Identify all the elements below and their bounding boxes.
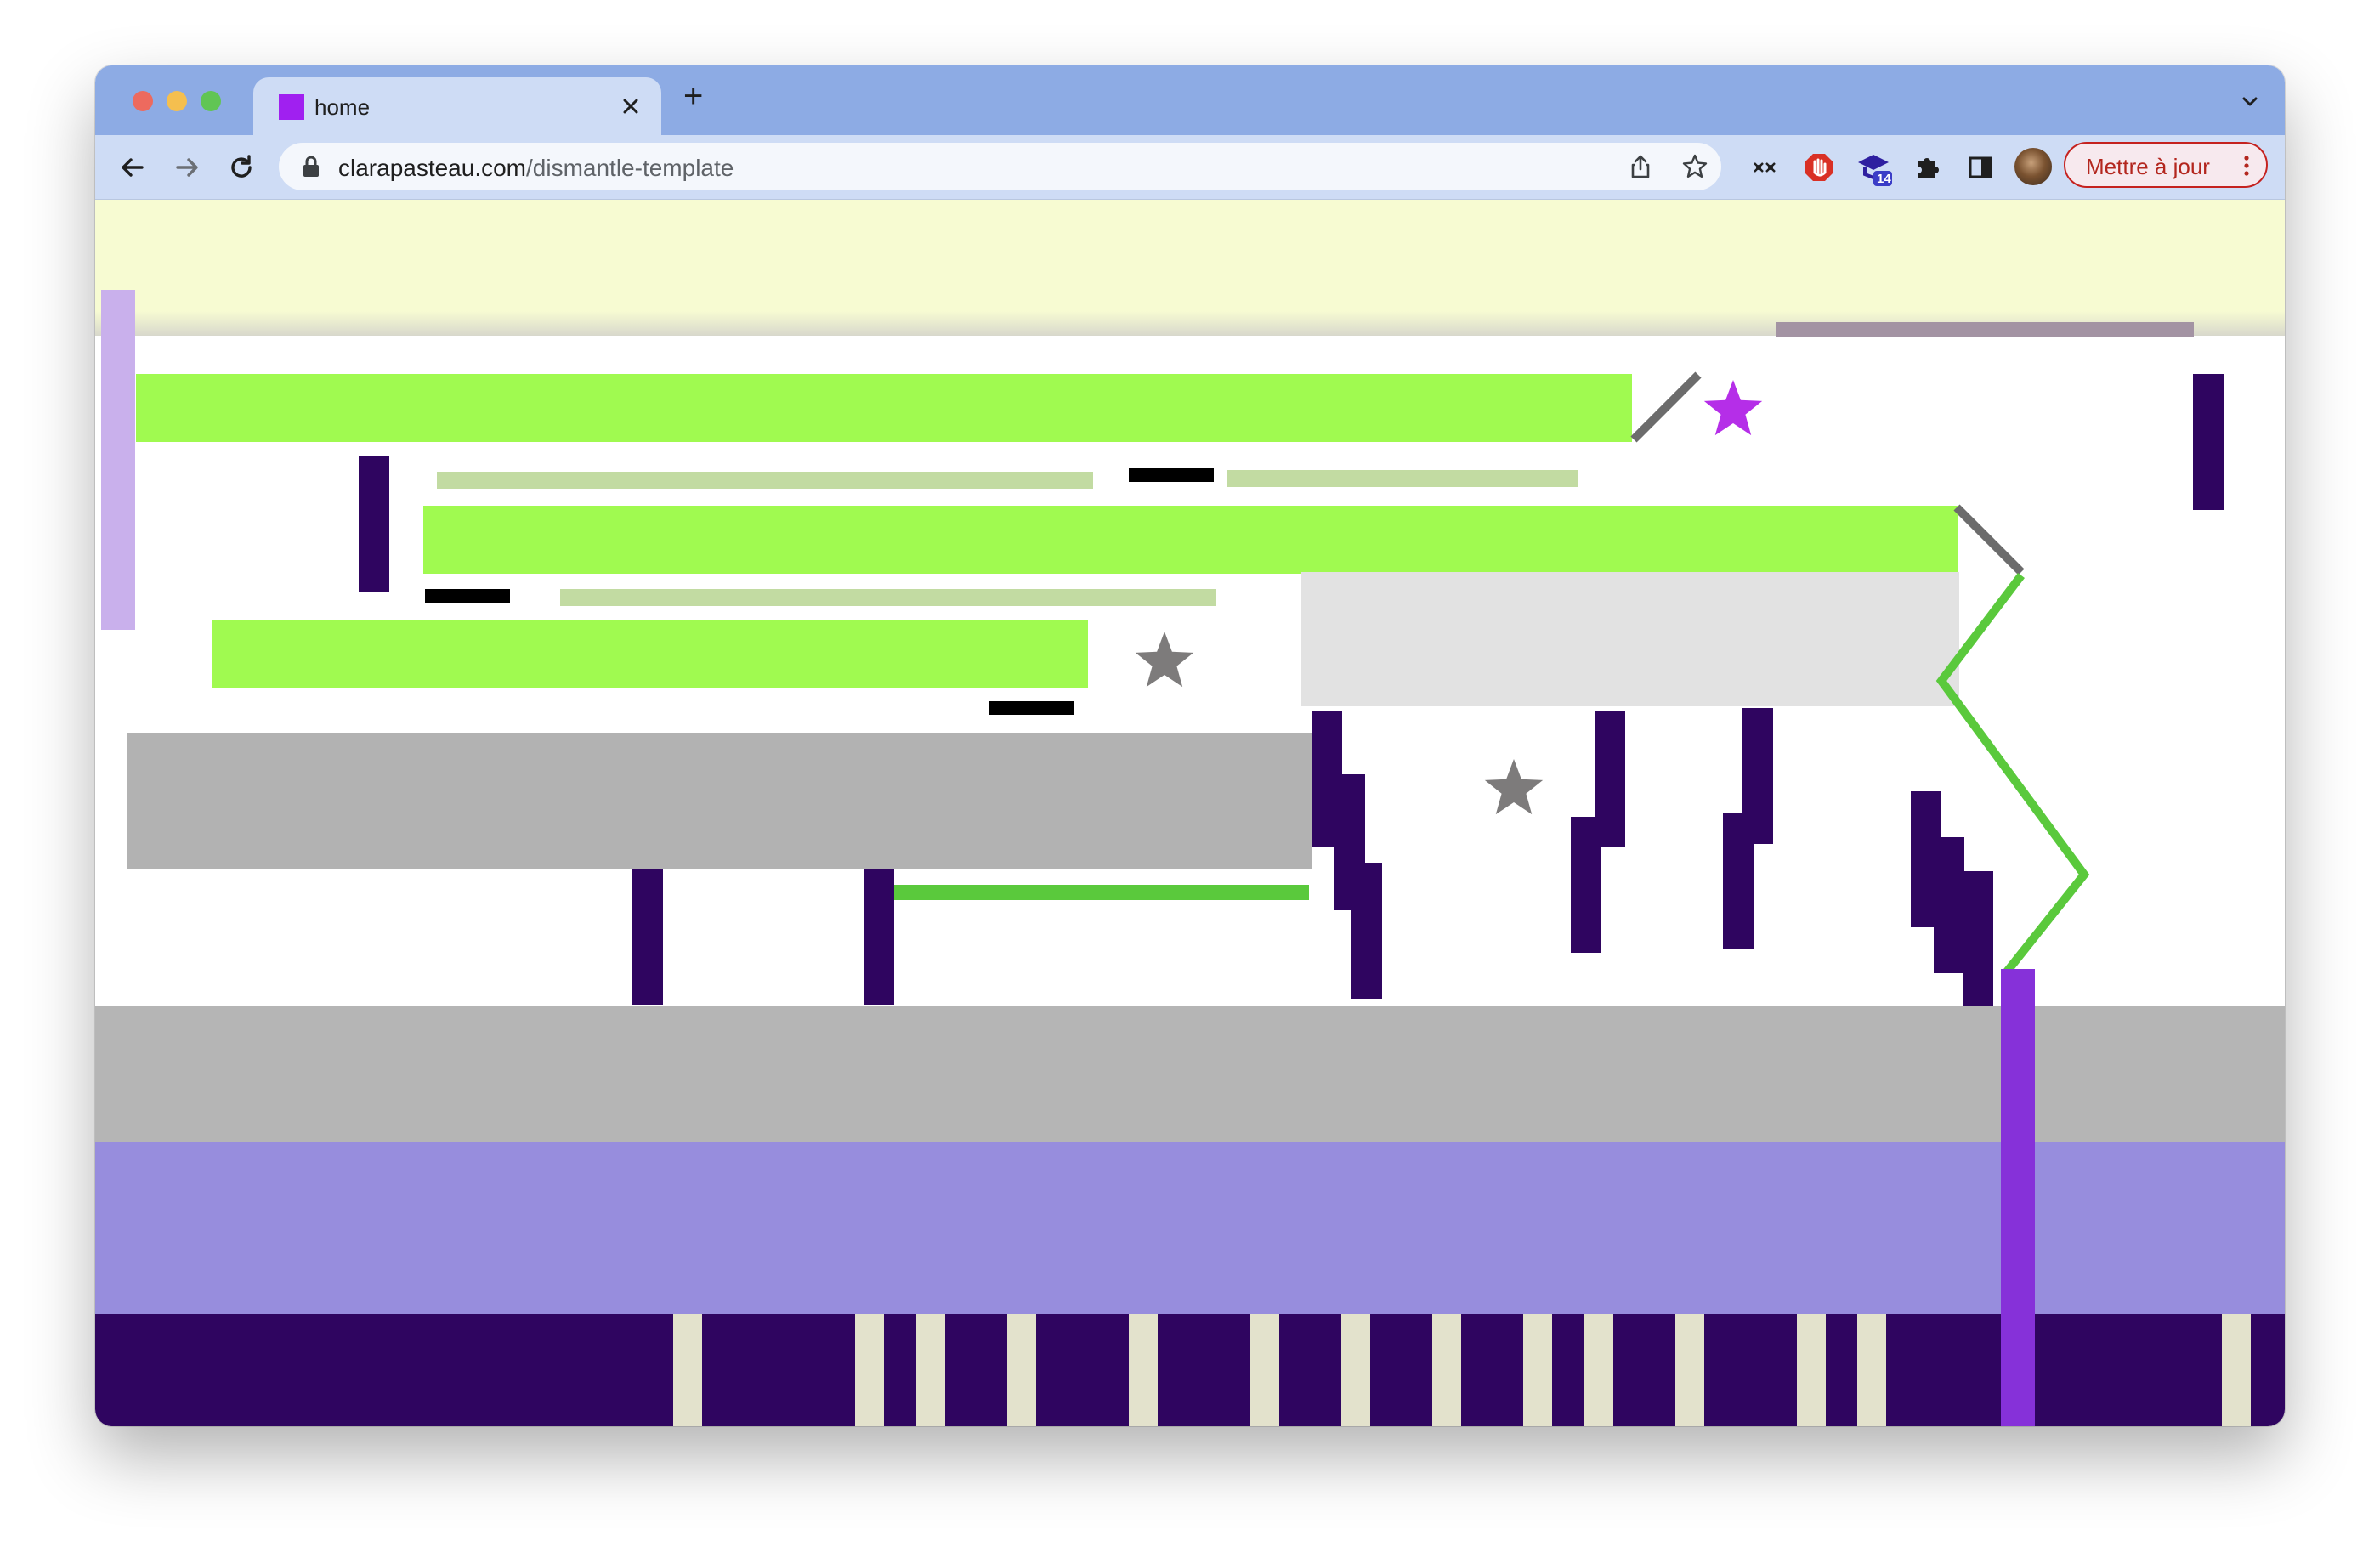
dark-purple-band	[95, 1314, 2285, 1426]
cream-stripe	[1857, 1314, 1886, 1426]
cream-stripe	[855, 1314, 884, 1426]
forward-icon[interactable]	[170, 150, 204, 184]
page-content	[95, 200, 2285, 1426]
cream-stripe	[1432, 1314, 1461, 1426]
favicon	[279, 94, 304, 120]
share-icon[interactable]	[1627, 153, 1654, 180]
magenta-star-icon	[1703, 380, 1763, 436]
tab-bar: home +	[95, 65, 2285, 135]
violet-vertical-bar	[2001, 969, 2035, 1426]
cream-stripe	[1675, 1314, 1704, 1426]
green-zigzag-line	[1935, 572, 2090, 978]
url-host: clarapasteau.com	[338, 155, 527, 181]
cream-stripe	[673, 1314, 702, 1426]
graduation-cap-icon[interactable]: 14	[1855, 149, 1894, 188]
close-icon[interactable]	[619, 94, 643, 118]
cream-stripe	[1341, 1314, 1370, 1426]
lock-icon[interactable]	[301, 155, 321, 178]
back-icon[interactable]	[116, 150, 150, 184]
puzzle-icon[interactable]	[1911, 150, 1945, 184]
tab-home[interactable]: home	[253, 77, 661, 135]
url-text: clarapasteau.com/dismantle-template	[338, 155, 734, 182]
toolbar: clarapasteau.com/dismantle-template 14 M	[95, 135, 2285, 200]
extension-icon[interactable]	[1749, 152, 1780, 183]
address-bar[interactable]: clarapasteau.com/dismantle-template	[279, 143, 1721, 190]
cream-stripe	[1584, 1314, 1613, 1426]
new-tab-button[interactable]: +	[683, 77, 703, 116]
close-window-button[interactable]	[133, 91, 153, 111]
cream-stripe	[1250, 1314, 1279, 1426]
cream-stripe	[1523, 1314, 1552, 1426]
extension-badge: 14	[1877, 172, 1891, 186]
lavender-band	[95, 1142, 2285, 1314]
url-path: /dismantle-template	[526, 155, 734, 181]
cream-stripe	[1129, 1314, 1158, 1426]
gray-band	[95, 1006, 2285, 1142]
cream-stripe	[2222, 1314, 2251, 1426]
side-panel-icon[interactable]	[1964, 150, 1998, 184]
kebab-menu-icon[interactable]	[2241, 154, 2252, 178]
gray-star-icon	[1484, 759, 1544, 815]
cream-stripe	[1797, 1314, 1826, 1426]
bookmark-star-icon[interactable]	[1681, 153, 1708, 180]
gray-diagonal-line	[1630, 371, 1702, 443]
update-button-label: Mettre à jour	[2086, 154, 2210, 179]
shield-stop-icon[interactable]	[1802, 150, 1836, 184]
tab-title: home	[314, 94, 371, 120]
zoom-window-button[interactable]	[201, 91, 221, 111]
cream-stripe	[1007, 1314, 1036, 1426]
gray-diagonal-line	[1953, 504, 2025, 575]
reload-icon[interactable]	[224, 150, 258, 184]
cream-stripe	[916, 1314, 945, 1426]
avatar[interactable]	[2014, 148, 2052, 185]
gray-star-icon	[1135, 632, 1194, 688]
update-button[interactable]: Mettre à jour	[2064, 142, 2268, 188]
browser-window: home + clarapasteau.com/dismantle-templa…	[95, 65, 2285, 1426]
minimize-window-button[interactable]	[167, 91, 187, 111]
tab-search-chevron-icon[interactable]	[2237, 89, 2263, 115]
